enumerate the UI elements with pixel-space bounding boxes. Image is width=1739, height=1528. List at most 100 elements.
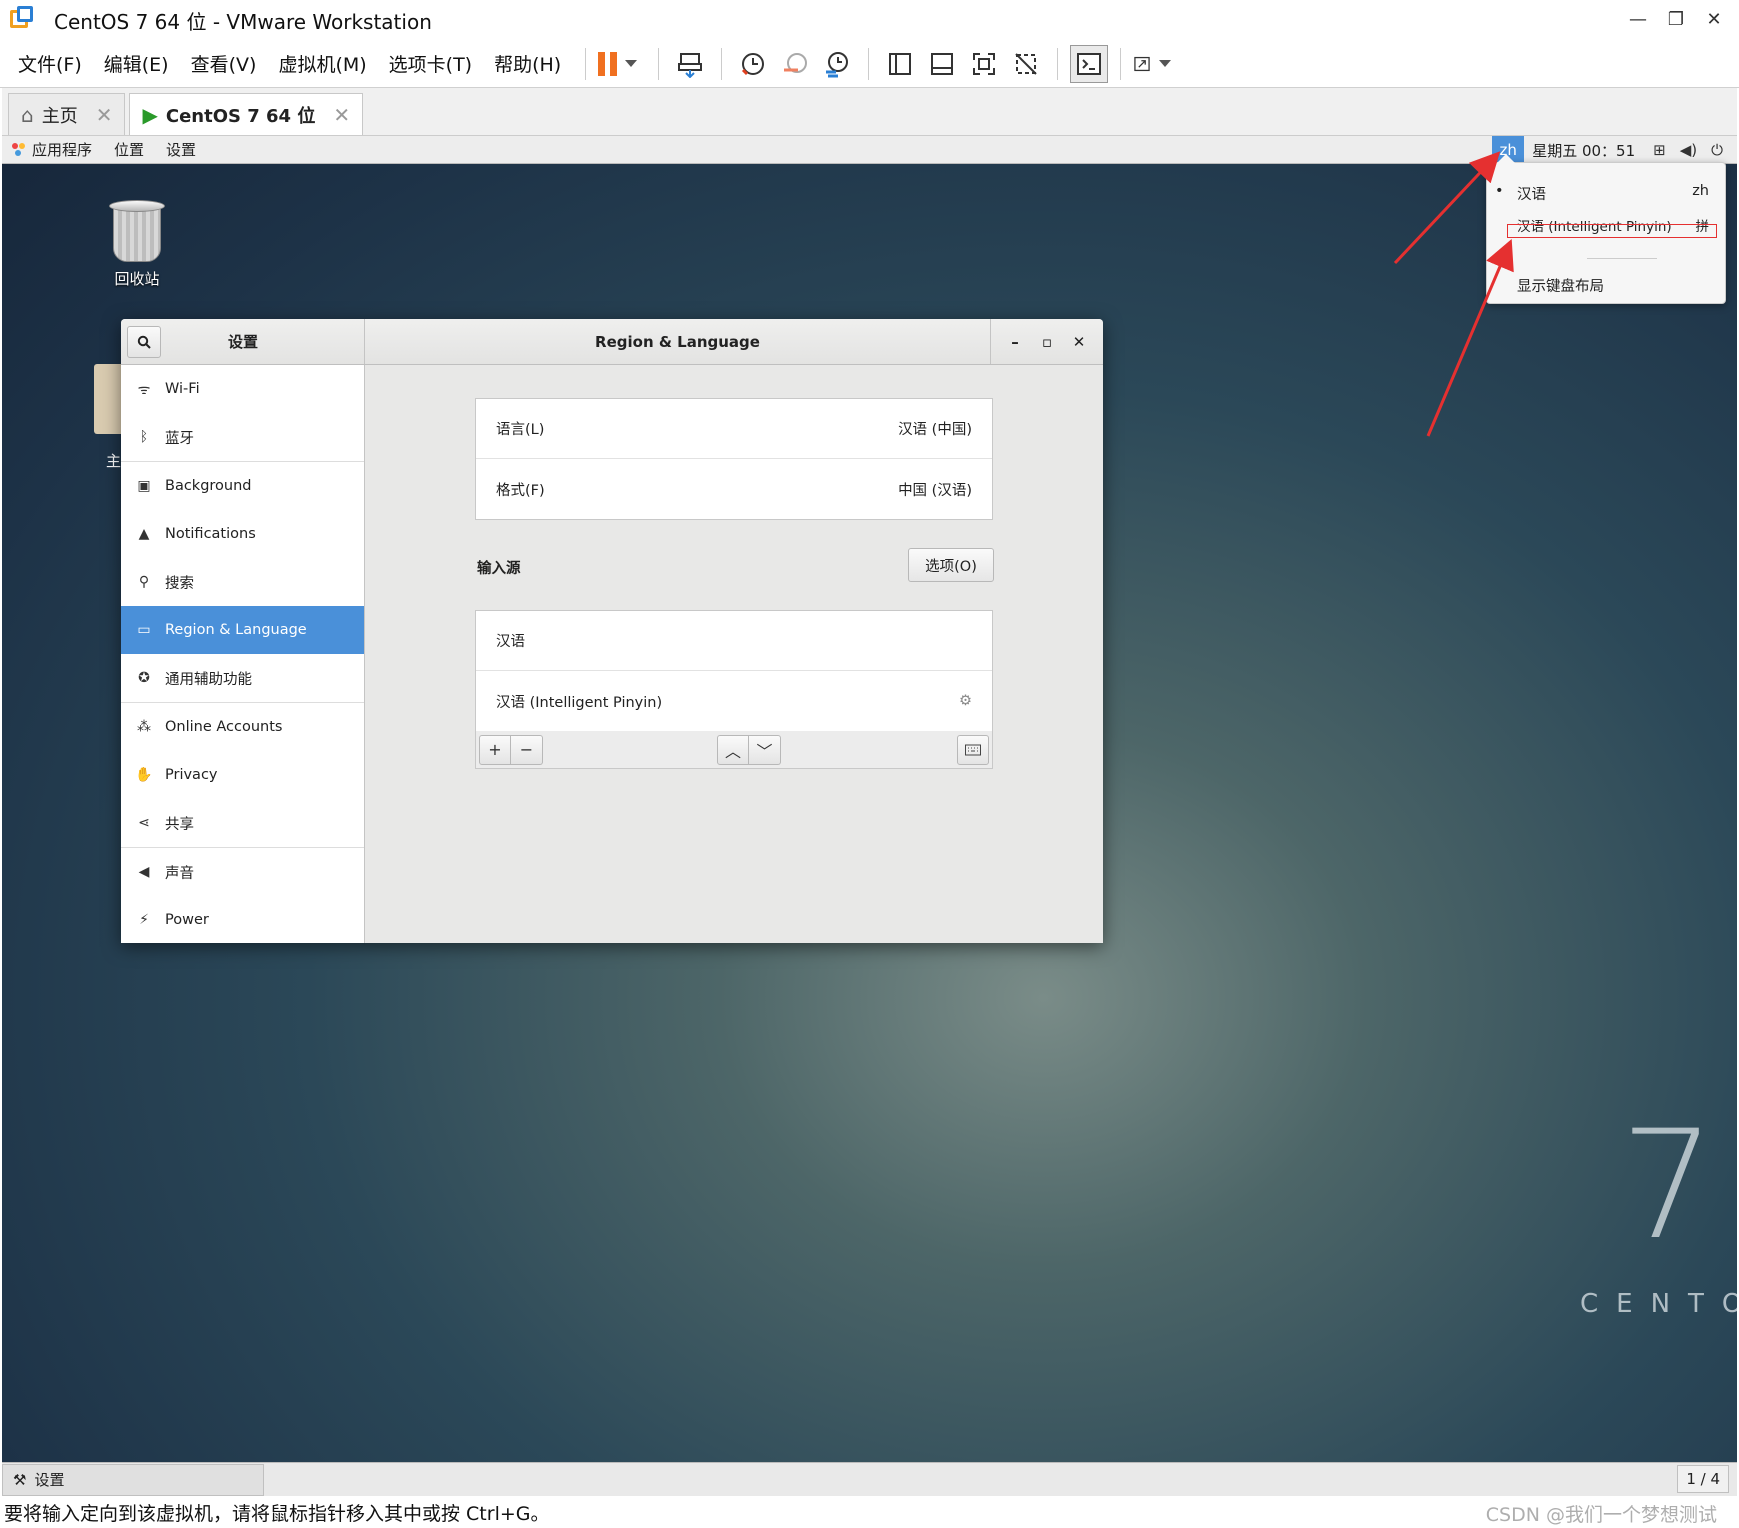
- volume-icon[interactable]: ◀): [1680, 141, 1697, 159]
- sidebar-item-background[interactable]: ▣ Background: [121, 462, 364, 510]
- snapshot-icon: [742, 52, 765, 75]
- gnome-top-bar: 应用程序 位置 设置 zh 星期五 00：51 ⊞ ◀) ⏻: [2, 136, 1737, 164]
- window-title: CentOS 7 64 位 - VMware Workstation: [54, 9, 432, 34]
- close-button[interactable]: ✕: [1697, 4, 1731, 34]
- keyboard-layout-button[interactable]: [957, 734, 989, 765]
- vm-running-icon: ▶: [142, 102, 158, 127]
- fullscreen-button[interactable]: [965, 45, 1003, 83]
- snapshot-button[interactable]: [734, 45, 772, 83]
- system-tray: zh 星期五 00：51 ⊞ ◀) ⏻: [1492, 136, 1737, 164]
- move-down-button[interactable]: ﹀: [749, 734, 781, 765]
- tab-home[interactable]: ⌂ 主页 ✕: [8, 93, 126, 135]
- unity-button[interactable]: [1007, 45, 1045, 83]
- ime-item-label: 汉语: [1517, 187, 1546, 203]
- sidebar-item-label: Notifications: [165, 526, 256, 542]
- send-ctrl-alt-del-button[interactable]: [671, 45, 709, 83]
- input-sources-toolbar: + − ︿ ﹀: [475, 731, 993, 769]
- format-label: 格式(F): [496, 482, 545, 499]
- tab-close-icon[interactable]: ✕: [333, 103, 350, 127]
- move-up-button[interactable]: ︿: [717, 734, 749, 765]
- guest-display[interactable]: 应用程序 位置 设置 zh 星期五 00：51 ⊞ ◀) ⏻ 回收站 主 设置 …: [2, 136, 1737, 1462]
- applications-menu[interactable]: 应用程序: [12, 139, 92, 160]
- thumbnail-button[interactable]: [923, 45, 961, 83]
- console-button[interactable]: [1070, 44, 1109, 83]
- input-source-label: 汉语 (Intelligent Pinyin): [496, 694, 663, 711]
- settings-minimize-button[interactable]: –: [999, 333, 1031, 351]
- workspace-pager[interactable]: 1 / 4: [1677, 1465, 1729, 1493]
- options-button[interactable]: 选项(O): [908, 548, 994, 582]
- settings-maximize-button[interactable]: ▫: [1031, 333, 1063, 351]
- sidebar-item-online-accounts[interactable]: ⁂ Online Accounts: [121, 703, 364, 751]
- tab-home-label: 主页: [41, 105, 78, 127]
- settings-app-menu[interactable]: 设置: [166, 139, 196, 160]
- menu-help[interactable]: 帮助(H): [492, 50, 563, 77]
- tab-close-icon[interactable]: ✕: [96, 103, 113, 127]
- ime-separator: [1587, 258, 1657, 259]
- menu-file[interactable]: 文件(F): [16, 50, 84, 77]
- settings-close-button[interactable]: ✕: [1063, 333, 1095, 351]
- sidebar-item-notifications[interactable]: ▲ Notifications: [121, 510, 364, 558]
- remove-input-source-button[interactable]: −: [511, 734, 543, 765]
- stretch-button[interactable]: [1133, 45, 1172, 83]
- input-source-row[interactable]: 汉语: [476, 611, 992, 671]
- minimize-button[interactable]: —: [1621, 4, 1655, 34]
- toolbar-separator: [658, 47, 660, 80]
- clock[interactable]: 星期五 00：51: [1532, 140, 1635, 161]
- sidebar-item-label: 声音: [165, 865, 194, 882]
- keyboard-icon: [965, 744, 981, 755]
- share-icon: ⋖: [138, 815, 150, 831]
- vmware-status-bar: 要将输入定向到该虚拟机，请将鼠标指针移入其中或按 Ctrl+G。: [0, 1496, 1739, 1528]
- menu-tabs[interactable]: 选项卡(T): [387, 50, 474, 77]
- ime-item-zh[interactable]: 汉语 zh: [1517, 183, 1717, 204]
- tab-centos[interactable]: ▶ CentOS 7 64 位 ✕: [129, 93, 364, 135]
- input-source-row[interactable]: 汉语 (Intelligent Pinyin) ⚙: [476, 671, 992, 731]
- menu-view[interactable]: 查看(V): [189, 50, 259, 77]
- applications-label: 应用程序: [32, 141, 93, 159]
- input-sources-heading: 输入源: [477, 561, 521, 577]
- places-menu[interactable]: 位置: [114, 139, 144, 160]
- format-row[interactable]: 格式(F) 中国 (汉语): [476, 459, 992, 519]
- desktop-trash[interactable]: 回收站: [102, 198, 172, 289]
- settings-window-controls: – ▫ ✕: [990, 319, 1103, 364]
- sidebar-item-accessibility[interactable]: ✪ 通用辅助功能: [121, 654, 364, 702]
- settings-search-button[interactable]: [127, 325, 161, 358]
- sidebar-item-region-language[interactable]: ▭ Region & Language: [121, 606, 364, 654]
- sidebar-item-label: Wi-Fi: [165, 381, 200, 397]
- language-row[interactable]: 语言(L) 汉语 (中国): [476, 399, 992, 459]
- snapshot-manager-button[interactable]: [818, 45, 856, 83]
- send-ctrl-alt-del-icon: [678, 52, 703, 78]
- sidebar-item-power[interactable]: ⚡ Power: [121, 896, 364, 943]
- region-language-panel: 语言(L) 汉语 (中国) 格式(F) 中国 (汉语) 输入源 选项(O) 汉语…: [366, 365, 1103, 943]
- bell-icon: ▲: [138, 526, 150, 542]
- library-button[interactable]: [881, 45, 919, 83]
- sidebar-item-label: Region & Language: [165, 622, 307, 638]
- unity-icon: [1015, 52, 1037, 75]
- online-accounts-icon: ⁂: [137, 719, 151, 735]
- vmware-titlebar: CentOS 7 64 位 - VMware Workstation — ❐ ✕: [0, 0, 1739, 40]
- taskbar-settings-item[interactable]: ⚒ 设置: [2, 1463, 264, 1496]
- menu-edit[interactable]: 编辑(E): [102, 50, 171, 77]
- sidebar-item-bluetooth[interactable]: ᛒ 蓝牙: [121, 413, 364, 461]
- home-folder-label: 主: [106, 452, 122, 470]
- power-menu-icon[interactable]: ⏻: [1711, 141, 1723, 159]
- sidebar-item-search[interactable]: ⚲ 搜索: [121, 558, 364, 606]
- sidebar-item-wifi[interactable]: ᯤ Wi-Fi: [121, 365, 364, 413]
- bluetooth-icon: ᛒ: [139, 429, 149, 445]
- sidebar-item-sharing[interactable]: ⋖ 共享: [121, 799, 364, 847]
- stretch-icon: [1134, 56, 1150, 71]
- show-keyboard-layout[interactable]: 显示键盘布局: [1517, 275, 1604, 296]
- pause-button[interactable]: [597, 45, 637, 83]
- revert-snapshot-button[interactable]: [776, 45, 814, 83]
- centos-wordmark: CENTOS: [1580, 1289, 1737, 1319]
- sidebar-item-label: Background: [165, 478, 252, 494]
- sidebar-item-sound[interactable]: ◀ 声音: [121, 848, 364, 896]
- console-icon: [1077, 52, 1102, 75]
- menu-vm[interactable]: 虚拟机(M): [276, 50, 368, 77]
- restore-button[interactable]: ❐: [1659, 4, 1693, 34]
- network-wired-icon[interactable]: ⊞: [1653, 141, 1666, 159]
- applications-icon: [12, 142, 26, 157]
- sidebar-item-privacy[interactable]: ✋ Privacy: [121, 751, 364, 799]
- gear-icon[interactable]: ⚙: [959, 693, 972, 709]
- trash-icon: [109, 198, 165, 262]
- add-input-source-button[interactable]: +: [479, 734, 511, 765]
